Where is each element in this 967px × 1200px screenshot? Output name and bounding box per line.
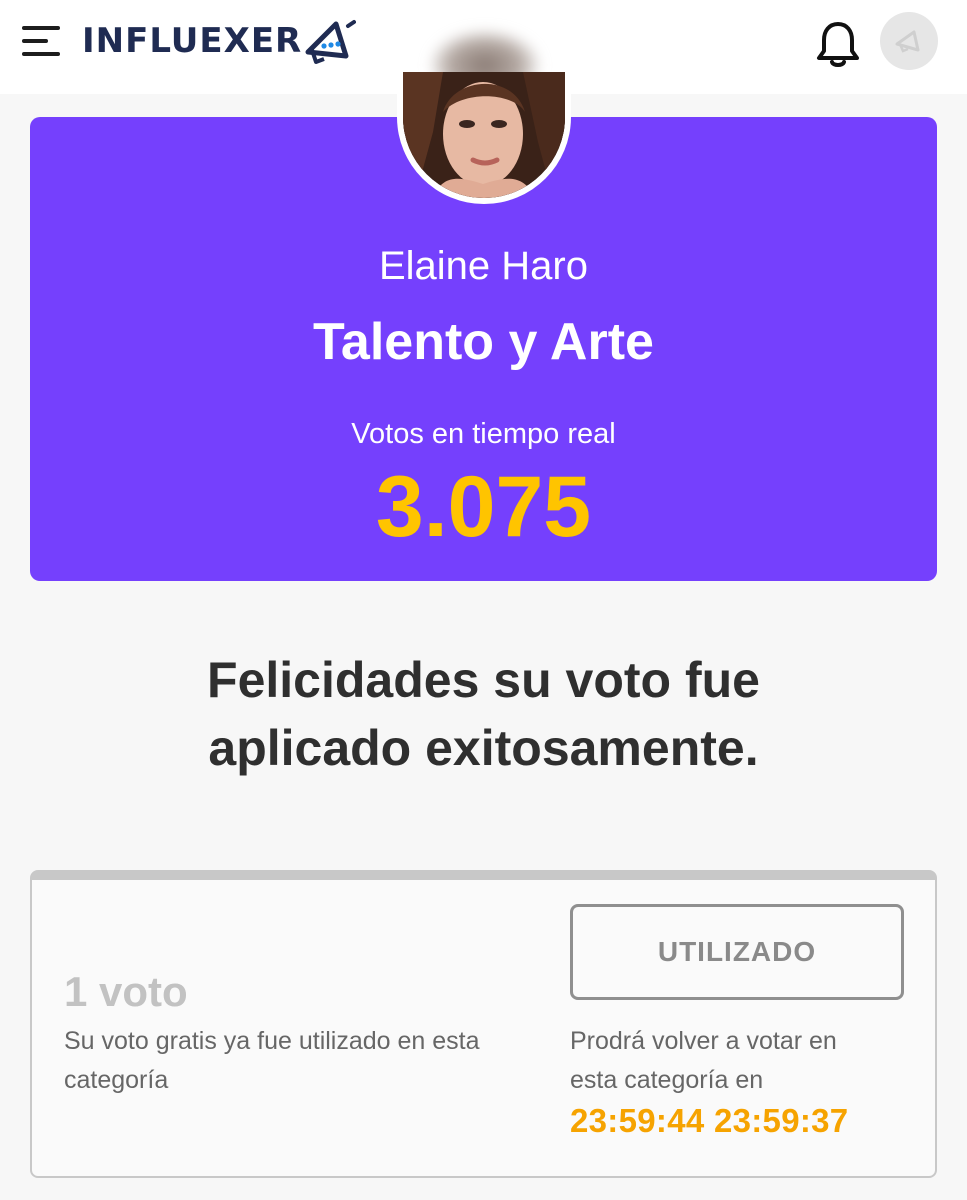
votes-count: 3.075 — [375, 459, 592, 555]
success-message-line-1: Felicidades su voto fue — [207, 652, 760, 708]
bell-icon[interactable] — [812, 18, 864, 70]
hamburger-menu-icon[interactable] — [22, 24, 64, 58]
user-avatar[interactable] — [880, 12, 938, 70]
influencer-name: Elaine Haro — [378, 244, 588, 288]
brand-logo[interactable]: INFLUEXER — [82, 16, 357, 66]
category-title: Talento y Arte — [313, 313, 654, 371]
megaphone-icon — [895, 30, 920, 53]
votes-label: Votos en tiempo real — [351, 418, 616, 450]
success-message: Felicidades su voto fue aplicado exitosa… — [90, 646, 877, 782]
retry-info-text: Prodrá volver a votar en esta categoría … — [570, 1027, 837, 1094]
countdown-timer: 23:59:44 23:59:37 — [570, 1102, 849, 1139]
success-message-line-2: aplicado exitosamente. — [208, 720, 759, 776]
megaphone-logo-icon — [305, 20, 357, 64]
vote-amount: 1 voto — [64, 968, 188, 1015]
used-button[interactable]: UTILIZADO — [570, 904, 904, 1000]
vote-status-card: 1 voto Su voto gratis ya fue utilizado e… — [30, 870, 937, 1178]
vote-description: Su voto gratis ya fue utilizado en esta … — [64, 1027, 480, 1094]
brand-name: INFLUEXER — [82, 21, 303, 61]
